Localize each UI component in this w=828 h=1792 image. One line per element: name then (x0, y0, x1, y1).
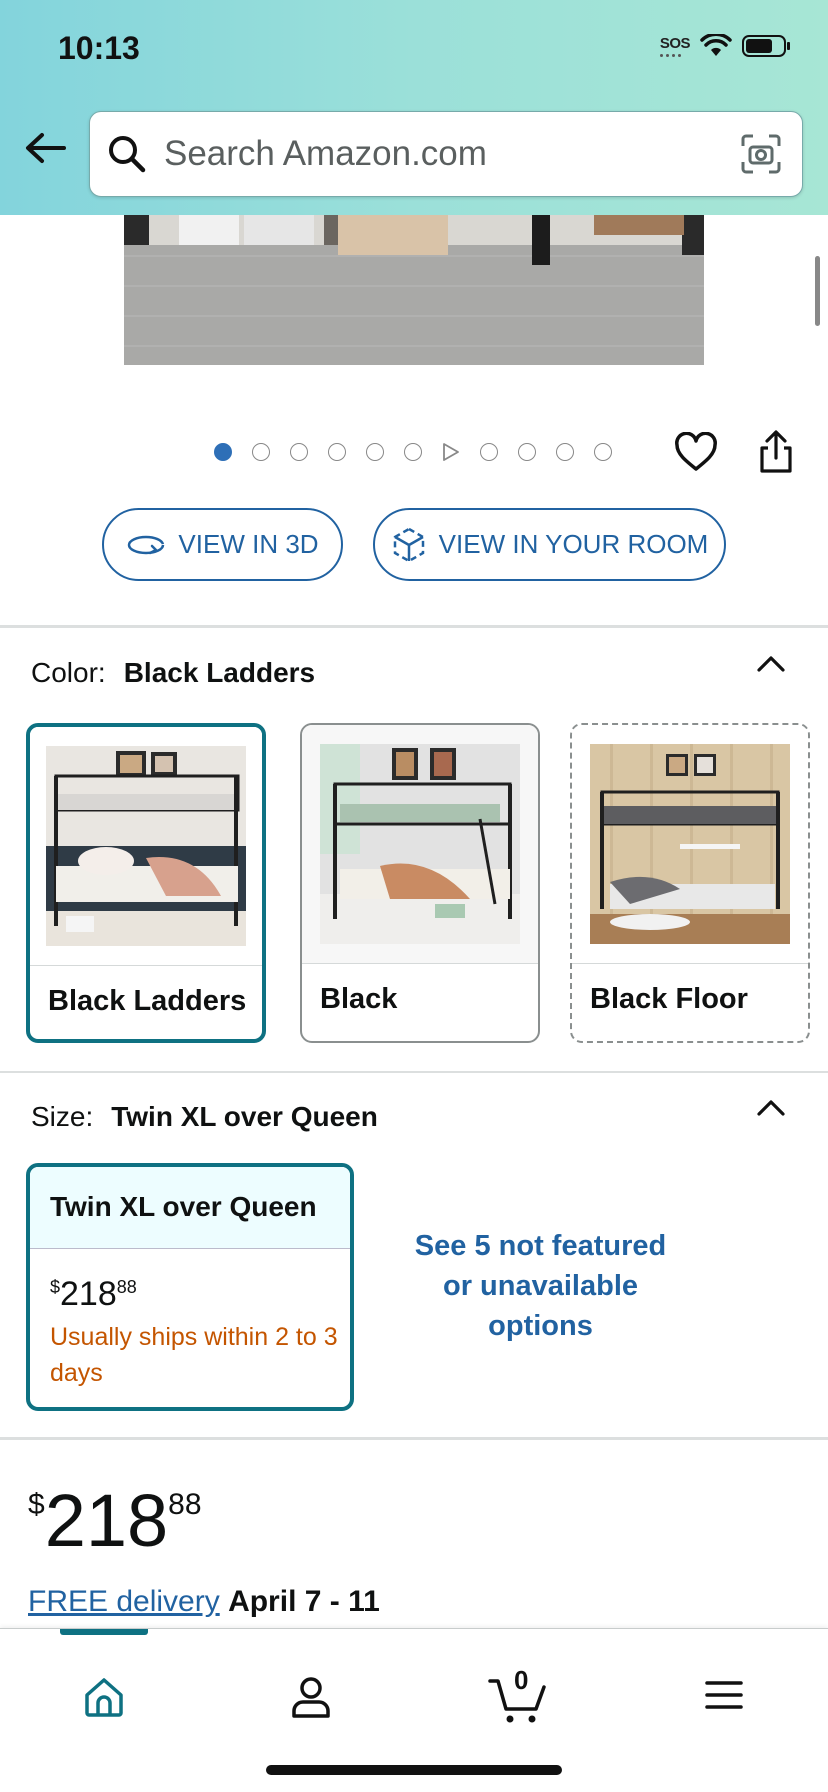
account-icon[interactable] (290, 1675, 332, 1719)
chevron-up-icon[interactable] (756, 653, 786, 673)
see-more-options-link[interactable]: See 5 not featured or unavailable option… (398, 1226, 683, 1346)
share-icon[interactable] (758, 430, 794, 474)
swatch-image (30, 727, 262, 966)
search-icon (109, 136, 146, 173)
delivery-dates: April 7 - 11 (228, 1585, 380, 1618)
delivery-info: FREE delivery April 7 - 11 (28, 1585, 380, 1619)
page-dot[interactable] (556, 443, 574, 461)
swatch-label: Black (320, 983, 398, 1015)
page-dot[interactable] (290, 443, 308, 461)
page-dot[interactable] (594, 443, 612, 461)
header: 10:13 SOS Search Amazon.com (0, 0, 828, 215)
swatch-label: Black Floor (590, 983, 748, 1015)
divider (0, 625, 828, 628)
page-dot[interactable] (328, 443, 346, 461)
free-delivery-link[interactable]: FREE delivery (28, 1585, 220, 1618)
status-icons: SOS (659, 34, 792, 58)
page-dot[interactable] (366, 443, 384, 461)
swatch-image (572, 725, 808, 964)
back-arrow-icon[interactable] (24, 132, 66, 164)
divider (0, 1437, 828, 1440)
swatch-image (302, 725, 538, 964)
color-label: Color: Black Ladders (31, 657, 316, 688)
menu-icon[interactable] (704, 1679, 744, 1711)
rotate-3d-icon (128, 535, 165, 554)
color-swatch-black-floor[interactable]: Black Floor (570, 723, 810, 1043)
divider (0, 1071, 828, 1073)
page-dot[interactable] (214, 443, 232, 461)
view-in-3d-button[interactable]: VIEW IN 3D (102, 508, 343, 581)
status-time: 10:13 (58, 30, 140, 66)
bottom-navigation: 0 (0, 1628, 828, 1792)
heart-icon[interactable] (674, 432, 718, 472)
page-dot[interactable] (404, 443, 422, 461)
size-label: Size: Twin XL over Queen (31, 1101, 378, 1132)
size-option-name: Twin XL over Queen (30, 1167, 350, 1249)
chevron-up-icon[interactable] (756, 1097, 786, 1117)
color-swatch-black[interactable]: Black (300, 723, 540, 1043)
view-in-your-room-button[interactable]: VIEW IN YOUR ROOM (373, 508, 726, 581)
cart-button[interactable]: 0 (488, 1665, 548, 1725)
active-tab-indicator (60, 1629, 148, 1635)
product-image[interactable] (124, 215, 704, 365)
home-indicator[interactable] (266, 1765, 562, 1775)
image-pagination[interactable] (214, 442, 612, 462)
product-price: $21888 (28, 1479, 202, 1562)
camera-search-icon[interactable] (740, 133, 782, 175)
scrollbar[interactable] (815, 256, 820, 326)
shipping-estimate: Usually ships within 2 to 3 days (50, 1323, 338, 1387)
color-swatch-black-ladders[interactable]: Black Ladders (26, 723, 266, 1043)
page-dot[interactable] (480, 443, 498, 461)
video-play-icon[interactable] (442, 442, 460, 462)
selected-size: Twin XL over Queen (111, 1101, 378, 1132)
home-icon[interactable] (82, 1675, 126, 1719)
size-option-card[interactable]: Twin XL over Queen $21888 Usually ships … (26, 1163, 354, 1411)
ar-cube-icon (393, 527, 424, 562)
wifi-icon (700, 34, 732, 56)
swatch-label: Black Ladders (48, 985, 247, 1017)
sos-indicator: SOS (659, 36, 691, 57)
search-input[interactable]: Search Amazon.com (89, 111, 803, 197)
page-dot[interactable] (518, 443, 536, 461)
search-placeholder[interactable]: Search Amazon.com (164, 134, 740, 174)
selected-color: Black Ladders (123, 657, 316, 688)
size-option-price: $21888 (50, 1275, 137, 1313)
battery-icon (742, 35, 790, 57)
page-dot[interactable] (252, 443, 270, 461)
cart-count: 0 (514, 1665, 529, 1695)
